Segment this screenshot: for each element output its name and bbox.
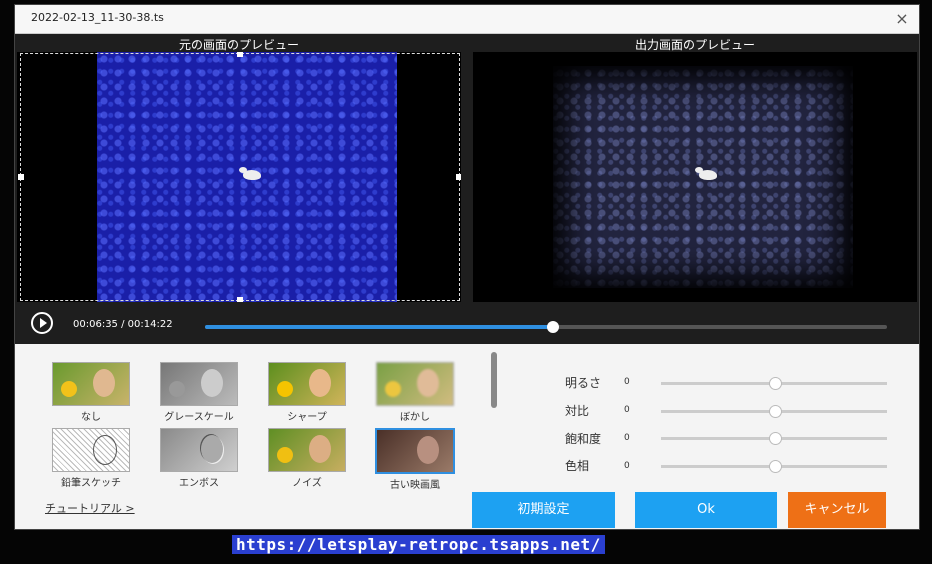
filter-sharpen-thumbnail: [268, 362, 346, 406]
filter-noise-thumbnail: [268, 428, 346, 472]
playback-bar: 00:06:35 / 00:14:22: [15, 309, 919, 343]
seek-bar[interactable]: [205, 321, 887, 333]
saturation-label: 飽和度: [565, 432, 602, 446]
filter-old-movie-thumbnail: [375, 428, 455, 474]
tutorial-link[interactable]: チュートリアル >: [45, 500, 135, 516]
filter-noise[interactable]: ノイズ: [267, 428, 347, 489]
time-display: 00:06:35 / 00:14:22: [73, 319, 173, 330]
filter-grayscale-thumbnail: [160, 362, 238, 406]
filter-label: 古い映画風: [390, 480, 440, 491]
original-preview: [17, 52, 461, 302]
saturation-slider-thumb[interactable]: [769, 432, 782, 445]
crop-frame[interactable]: [18, 52, 461, 302]
close-icon[interactable]: ×: [891, 8, 913, 30]
title-bar: 2022-02-13_11-30-38.ts ×: [15, 5, 919, 34]
crop-handle-bottom[interactable]: [237, 297, 243, 302]
original-preview-title: 元の画面のプレビュー: [178, 38, 299, 52]
filter-label: ぼかし: [400, 412, 430, 423]
filter-list-scrollbar[interactable]: [491, 352, 497, 408]
reset-button[interactable]: 初期設定: [472, 492, 615, 528]
output-preview-image: [553, 66, 853, 288]
crop-handle-right[interactable]: [456, 174, 461, 180]
saturation-value: 0: [624, 433, 630, 443]
filter-label: なし: [81, 412, 101, 423]
filter-panel: なし グレースケール シャープ ぼかし 鉛筆スケッチ エンボス ノイズ 古い映画…: [15, 344, 919, 492]
contrast-label: 対比: [565, 404, 590, 418]
video-filter-dialog: 2022-02-13_11-30-38.ts × 元の画面のプレビュー 出力画面…: [14, 4, 920, 530]
saturation-slider[interactable]: [661, 432, 887, 445]
filter-old-movie[interactable]: 古い映画風: [375, 428, 455, 491]
filter-none-thumbnail: [52, 362, 130, 406]
total-time: 00:14:22: [127, 319, 173, 330]
cancel-button[interactable]: キャンセル: [788, 492, 886, 528]
brightness-label: 明るさ: [565, 376, 602, 390]
filter-none[interactable]: なし: [51, 362, 131, 423]
crop-handle-top[interactable]: [237, 52, 243, 57]
filter-label: 鉛筆スケッチ: [61, 478, 121, 489]
output-preview: [473, 52, 917, 302]
contrast-slider[interactable]: [661, 405, 887, 418]
filter-blur[interactable]: ぼかし: [375, 362, 455, 423]
brightness-slider[interactable]: [661, 377, 887, 390]
filter-label: シャープ: [287, 412, 327, 423]
filter-pencil-sketch-thumbnail: [52, 428, 130, 472]
ok-button[interactable]: Ok: [635, 492, 777, 528]
sprite-icon: [695, 167, 717, 180]
brightness-value: 0: [624, 377, 630, 387]
hue-slider[interactable]: [661, 460, 887, 473]
window-title: 2022-02-13_11-30-38.ts: [31, 11, 164, 24]
filter-pencil-sketch[interactable]: 鉛筆スケッチ: [51, 428, 131, 489]
filter-emboss[interactable]: エンボス: [159, 428, 239, 489]
dialog-footer: チュートリアル > 初期設定 Ok キャンセル: [15, 492, 919, 529]
brightness-slider-thumb[interactable]: [769, 377, 782, 390]
filter-sharpen[interactable]: シャープ: [267, 362, 347, 423]
filter-label: エンボス: [179, 478, 219, 489]
filter-grayscale[interactable]: グレースケール: [159, 362, 239, 423]
hue-slider-thumb[interactable]: [769, 460, 782, 473]
hue-value: 0: [624, 461, 630, 471]
time-separator: /: [121, 319, 125, 330]
crop-handle-left[interactable]: [18, 174, 24, 180]
seek-bar-thumb[interactable]: [546, 321, 559, 333]
contrast-value: 0: [624, 405, 630, 415]
filter-label: ノイズ: [292, 478, 322, 489]
contrast-slider-thumb[interactable]: [769, 405, 782, 418]
hue-label: 色相: [565, 459, 590, 473]
filter-emboss-thumbnail: [160, 428, 238, 472]
site-url-watermark: https://letsplay-retropc.tsapps.net/: [232, 535, 605, 554]
filter-blur-thumbnail: [376, 362, 454, 406]
output-preview-title: 出力画面のプレビュー: [634, 38, 755, 52]
current-time: 00:06:35: [73, 319, 118, 330]
play-button[interactable]: [31, 312, 53, 334]
filter-label: グレースケール: [164, 412, 234, 423]
seek-bar-progress: [205, 325, 553, 329]
